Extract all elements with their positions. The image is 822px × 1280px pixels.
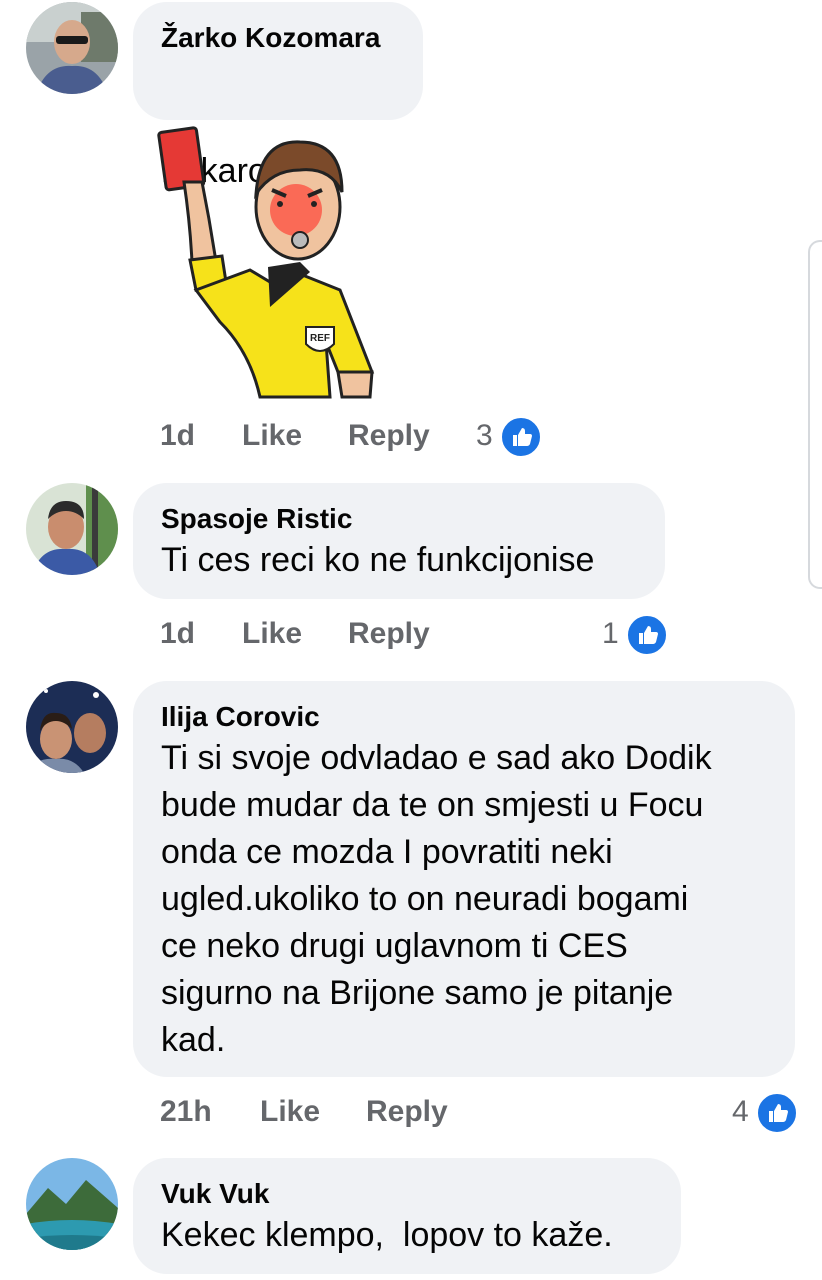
- nauseated-face-icon: [286, 56, 326, 188]
- reaction-count[interactable]: 4: [732, 1090, 749, 1134]
- comment-actions: 21h Like Reply 4: [160, 1090, 800, 1134]
- comment-time[interactable]: 21h: [160, 1090, 212, 1134]
- reply-button[interactable]: Reply: [348, 612, 430, 656]
- comment-text: Ti si svoje odvladao e sad ako Dodik bud…: [161, 739, 712, 1059]
- reaction-count[interactable]: 3: [476, 414, 493, 458]
- avatar-spasoje[interactable]: [26, 483, 118, 575]
- comment-bubble: Ilija Corovic Ti si svoje odvladao e sad…: [133, 681, 795, 1077]
- reaction-count[interactable]: 1: [602, 612, 619, 656]
- comment-bubble: Vuk Vuk Kekec klempo, lopov to kaže.: [133, 1158, 681, 1274]
- referee-red-card-sticker[interactable]: REF: [150, 122, 390, 402]
- like-button[interactable]: Like: [242, 414, 302, 458]
- reply-button[interactable]: Reply: [366, 1090, 448, 1134]
- comment-time[interactable]: 1d: [160, 612, 195, 656]
- like-button[interactable]: Like: [260, 1090, 320, 1134]
- comment-actions: 1d Like Reply 3: [160, 414, 580, 458]
- reply-button[interactable]: Reply: [348, 414, 430, 458]
- thumbs-up-icon[interactable]: [756, 1092, 798, 1134]
- like-button[interactable]: Like: [242, 612, 302, 656]
- comment-text: Kekec klempo, lopov to kaže.: [161, 1216, 613, 1254]
- comment-bubble: Spasoje Ristic Ti ces reci ko ne funkcij…: [133, 483, 665, 599]
- scrollbar-edge[interactable]: [808, 240, 822, 589]
- comment-time[interactable]: 1d: [160, 414, 195, 458]
- comment-actions: 1d Like Reply 1: [160, 612, 680, 656]
- svg-text:REF: REF: [310, 333, 330, 344]
- avatar-ilija[interactable]: [26, 681, 118, 773]
- avatar-vuk[interactable]: [26, 1158, 118, 1250]
- thumbs-up-icon[interactable]: [500, 416, 542, 458]
- comment-author[interactable]: Žarko Kozomara: [161, 20, 395, 56]
- avatar-zarko[interactable]: [26, 2, 118, 94]
- thumbs-up-icon[interactable]: [626, 614, 668, 656]
- comment-bubble: Žarko Kozomara Fukaro,: [133, 2, 423, 190]
- comment-author[interactable]: Ilija Corovic: [161, 699, 767, 735]
- comment-author[interactable]: Vuk Vuk: [161, 1176, 653, 1212]
- comment-text: Ti ces reci ko ne funkcijonise: [161, 541, 595, 579]
- comment-author[interactable]: Spasoje Ristic: [161, 501, 637, 537]
